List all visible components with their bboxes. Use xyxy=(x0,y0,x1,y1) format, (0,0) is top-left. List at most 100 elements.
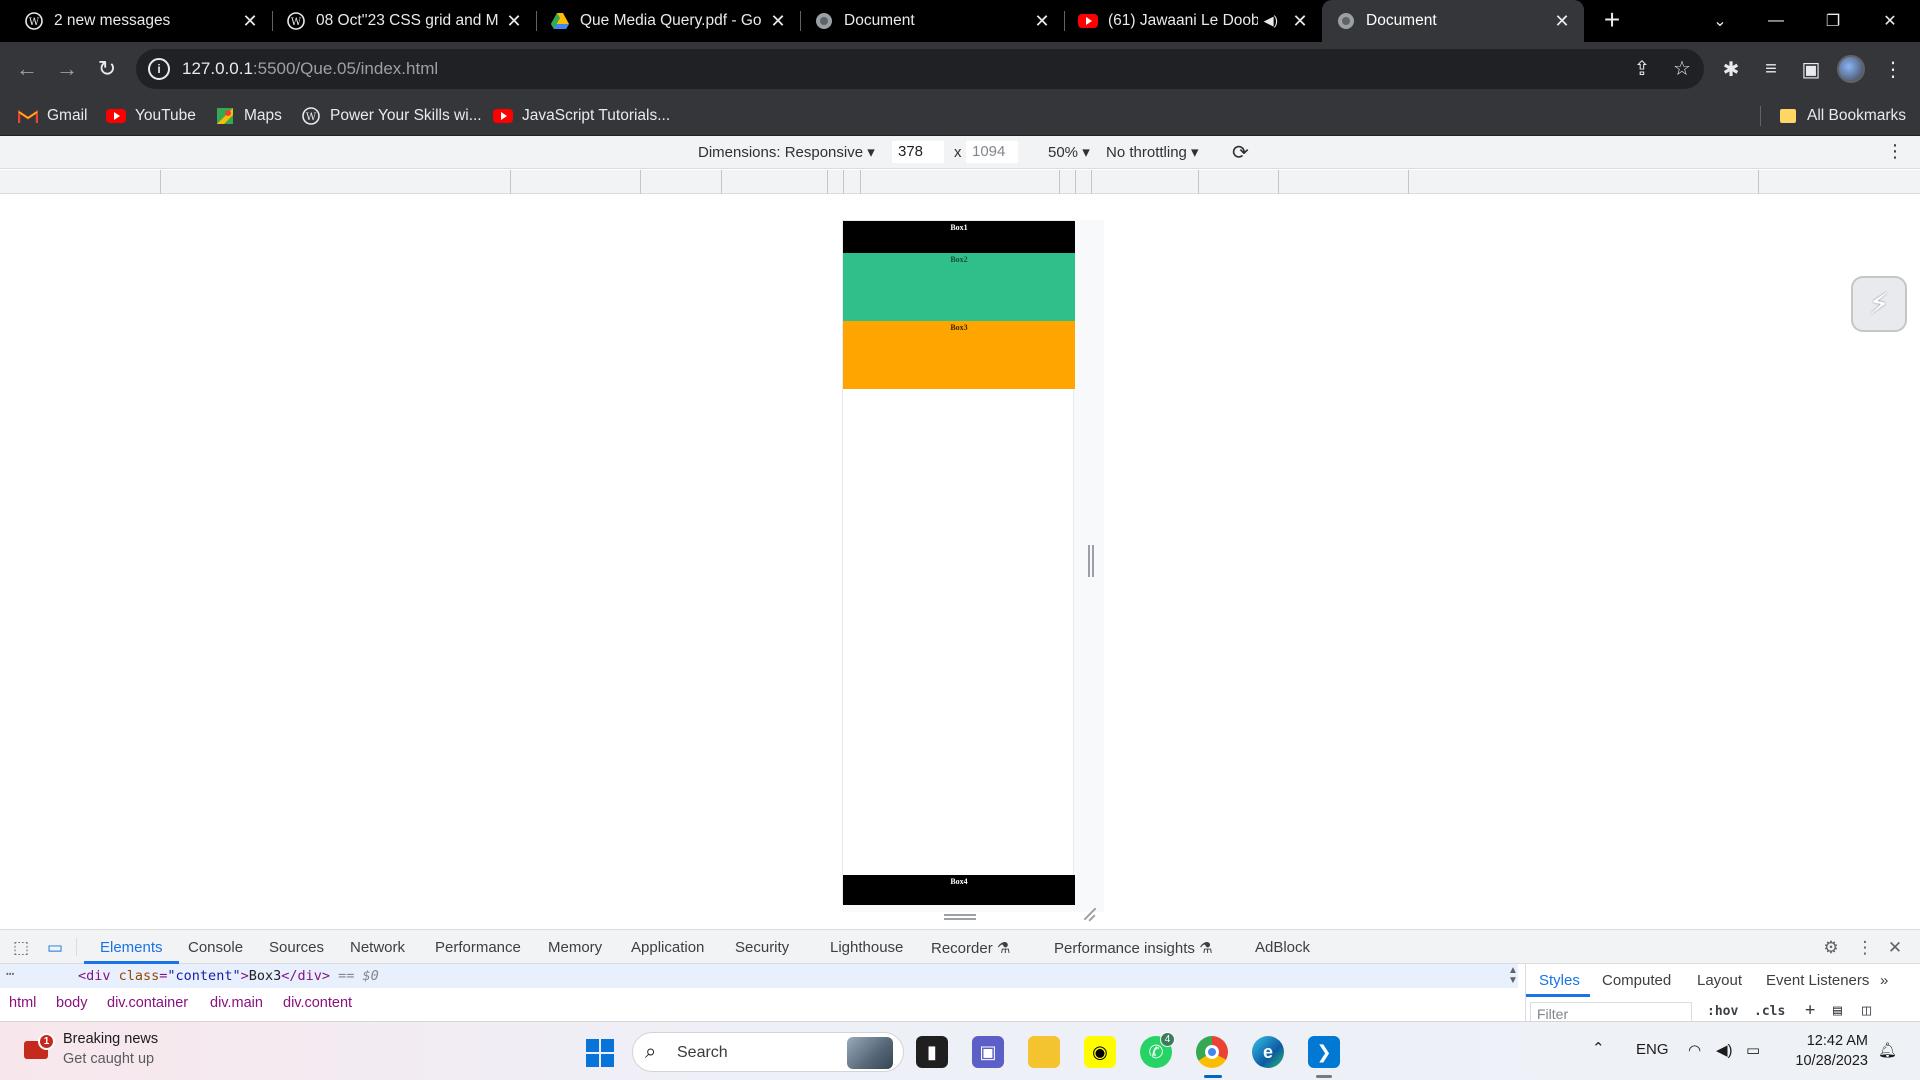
crumb-body[interactable]: body xyxy=(56,995,87,1011)
crumb-html[interactable]: html xyxy=(9,995,36,1011)
address-bar[interactable]: i 127.0.0.1:5500/Que.05/index.html xyxy=(136,49,1704,89)
crumb-content[interactable]: div.content xyxy=(283,995,352,1011)
tab-recorder[interactable]: Recorder ⚗ xyxy=(931,939,1010,957)
tab-security[interactable]: Security xyxy=(735,939,789,956)
close-tab-icon[interactable]: ✕ xyxy=(1290,11,1310,32)
selected-dom-node[interactable]: ⋯ <div class="content">Box3</div> == $0 xyxy=(0,964,1518,988)
width-input[interactable]: 378 xyxy=(892,141,944,163)
minimize-icon[interactable]: — xyxy=(1748,0,1804,42)
tab-performance-insights[interactable]: Performance insights ⚗ xyxy=(1054,939,1213,957)
task-view-icon[interactable]: ▮ xyxy=(916,1036,948,1068)
bookmark-youtube[interactable]: YouTube xyxy=(106,104,196,128)
close-tab-icon[interactable]: ✕ xyxy=(240,11,260,32)
speaker-icon[interactable]: ◀) xyxy=(1264,13,1278,29)
tab-performance[interactable]: Performance xyxy=(435,939,521,956)
tab-media-query-pdf[interactable]: Que Media Query.pdf - Go ✕ xyxy=(536,0,801,42)
device-more-icon[interactable]: ⋮ xyxy=(1886,141,1904,162)
news-subtitle[interactable]: Get caught up xyxy=(63,1051,154,1067)
start-button[interactable] xyxy=(586,1039,614,1067)
share-icon[interactable]: ⇪ xyxy=(1625,51,1659,85)
sidebar-toggle-icon[interactable]: ◫ xyxy=(1862,1001,1871,1019)
tab-document-active[interactable]: Document ✕ xyxy=(1322,0,1584,42)
tab-memory[interactable]: Memory xyxy=(548,939,602,956)
tab-lighthouse[interactable]: Lighthouse xyxy=(830,939,903,956)
language-indicator[interactable]: ENG xyxy=(1636,1041,1669,1058)
bookmark-star-icon[interactable]: ☆ xyxy=(1665,51,1699,85)
dimensions-select[interactable]: Dimensions: Responsive ▾ xyxy=(698,143,875,161)
height-input[interactable]: 1094 xyxy=(966,141,1018,163)
rotate-icon[interactable]: ⟳ xyxy=(1232,140,1249,165)
crumb-main[interactable]: div.main xyxy=(210,995,263,1011)
tab-styles[interactable]: Styles xyxy=(1539,972,1580,989)
battery-icon[interactable]: ▭ xyxy=(1746,1041,1760,1059)
devtools-more-icon[interactable]: ⋮ xyxy=(1854,937,1876,959)
chrome-icon[interactable] xyxy=(1196,1036,1228,1068)
close-devtools-icon[interactable]: ✕ xyxy=(1884,937,1906,959)
tab-console[interactable]: Console xyxy=(188,939,243,956)
bookmark-all[interactable]: All Bookmarks xyxy=(1778,104,1906,128)
device-toggle-icon[interactable]: ▭ xyxy=(44,937,66,959)
show-hidden-icons-chevron[interactable]: ⌃ xyxy=(1592,1039,1605,1057)
file-explorer-icon[interactable] xyxy=(1028,1036,1060,1068)
bookmark-maps[interactable]: Maps xyxy=(215,104,282,128)
profile-avatar[interactable] xyxy=(1837,55,1865,83)
cls-toggle[interactable]: .cls xyxy=(1754,1004,1785,1019)
tab-network[interactable]: Network xyxy=(350,939,405,956)
tab-event-listeners[interactable]: Event Listeners xyxy=(1766,972,1869,989)
taskbar-search[interactable]: ⌕ Search xyxy=(632,1032,904,1072)
clock[interactable]: 12:42 AM 10/28/2023 xyxy=(1784,1031,1868,1071)
hov-toggle[interactable]: :hov xyxy=(1707,1004,1738,1019)
bookmark-gmail[interactable]: Gmail xyxy=(18,104,87,128)
vscode-icon[interactable]: ❯ xyxy=(1308,1036,1340,1068)
computed-styles-icon[interactable]: ▤ xyxy=(1833,1001,1842,1019)
tab-layout[interactable]: Layout xyxy=(1697,972,1742,989)
close-window-icon[interactable]: ✕ xyxy=(1862,0,1918,42)
new-rule-icon[interactable]: + xyxy=(1805,1000,1815,1020)
throttling-select[interactable]: No throttling ▾ xyxy=(1106,143,1199,161)
close-tab-icon[interactable]: ✕ xyxy=(768,11,788,32)
crumb-container[interactable]: div.container xyxy=(107,995,188,1011)
media-query-bar[interactable] xyxy=(0,170,1920,194)
volume-icon[interactable]: ◀) xyxy=(1716,1041,1733,1059)
news-title[interactable]: Breaking news xyxy=(63,1031,158,1047)
close-tab-icon[interactable]: ✕ xyxy=(504,11,524,32)
back-icon[interactable]: ← xyxy=(10,52,44,86)
inspect-element-icon[interactable]: ⬚ xyxy=(10,937,32,959)
bookmark-js-tutorials[interactable]: JavaScript Tutorials... xyxy=(493,104,670,128)
media-controls-icon[interactable]: ≡ xyxy=(1754,52,1788,86)
menu-icon[interactable]: ⋮ xyxy=(1876,52,1910,86)
tab-sources[interactable]: Sources xyxy=(269,939,324,956)
snapchat-icon[interactable]: ◉ xyxy=(1084,1036,1116,1068)
reload-icon[interactable]: ↻ xyxy=(90,52,124,86)
tab-youtube-song[interactable]: (61) Jawaani Le Doobi ◀) ✕ xyxy=(1064,0,1322,42)
node-menu-icon[interactable]: ⋯ xyxy=(6,966,14,982)
width-resize-handle[interactable] xyxy=(1088,545,1094,577)
wifi-icon[interactable]: ◠ xyxy=(1688,1041,1701,1059)
news-widget-icon[interactable]: 1 xyxy=(24,1033,55,1061)
tab-elements[interactable]: Elements xyxy=(100,939,163,956)
height-resize-handle[interactable] xyxy=(944,914,976,920)
tab-search-chevron-icon[interactable]: ⌄ xyxy=(1692,0,1748,42)
tab-computed[interactable]: Computed xyxy=(1602,972,1671,989)
bookmark-power-skills[interactable]: W Power Your Skills wi... xyxy=(301,104,482,128)
settings-gear-icon[interactable]: ⚙ xyxy=(1820,937,1842,959)
close-tab-icon[interactable]: ✕ xyxy=(1552,11,1572,32)
zoom-select[interactable]: 50% ▾ xyxy=(1048,143,1090,161)
floating-extension-icon[interactable]: ⚡ xyxy=(1851,276,1907,332)
notification-bell-icon[interactable]: 🔔︎ xyxy=(1878,1041,1897,1059)
tab-adblock[interactable]: AdBlock xyxy=(1255,939,1310,956)
tab-document[interactable]: Document ✕ xyxy=(800,0,1065,42)
more-tabs-icon[interactable]: » xyxy=(1880,972,1888,989)
new-tab-button[interactable]: + xyxy=(1597,6,1627,36)
tab-css-grid[interactable]: W 08 Oct''23 CSS grid and Me ✕ xyxy=(272,0,537,42)
restore-icon[interactable]: ❐ xyxy=(1805,0,1861,42)
side-panel-icon[interactable]: ▣ xyxy=(1794,52,1828,86)
corner-resize-handle[interactable] xyxy=(1082,907,1096,921)
teams-chat-icon[interactable]: ▣ xyxy=(972,1036,1004,1068)
edge-icon[interactable]: e xyxy=(1252,1036,1284,1068)
splitter-arrows-icon[interactable]: ▲ ▼ xyxy=(1508,966,1518,986)
extensions-icon[interactable]: ✱ xyxy=(1714,52,1748,86)
site-info-icon[interactable]: i xyxy=(148,58,170,80)
forward-icon[interactable]: → xyxy=(50,52,84,86)
close-tab-icon[interactable]: ✕ xyxy=(1032,11,1052,32)
